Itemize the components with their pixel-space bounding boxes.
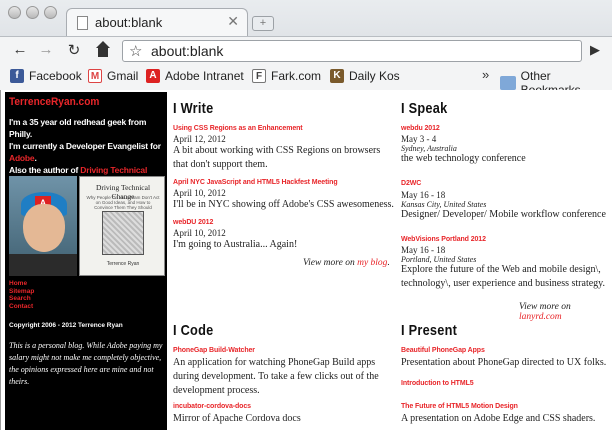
zoom-window-button[interactable]	[44, 6, 57, 19]
write-entry-title[interactable]: April NYC JavaScript and HTML5 Hackfest …	[173, 179, 338, 186]
section-title-speak: I Speak	[401, 100, 448, 117]
speak-entry-text: Explore the future of the Web and mobile…	[401, 264, 606, 289]
speak-entry-title[interactable]: WebVisions Portland 2012	[401, 236, 486, 243]
write-entry-title[interactable]: webDU 2012	[173, 219, 213, 226]
address-bar[interactable]: ☆	[122, 40, 582, 62]
my-blog-link[interactable]: my blog	[357, 258, 387, 268]
browser-toolbar: ← → ↻ ☆ ▶	[0, 36, 612, 64]
author-photo: A	[9, 176, 77, 276]
facebook-icon: f	[10, 69, 24, 83]
bio-line: Also the author of	[9, 165, 81, 175]
copyright: Copyright 2006 - 2012 Terrence Ryan	[9, 322, 123, 329]
home-icon[interactable]	[94, 41, 112, 59]
bookmark-fark[interactable]: F Fark.com	[252, 69, 321, 83]
page-viewport: TerrenceRyan.com I'm a 35 year old redhe…	[0, 90, 612, 430]
url-input[interactable]	[151, 43, 571, 59]
section-title-code: I Code	[173, 322, 214, 339]
lanyrd-link[interactable]: lanyrd.com	[519, 312, 562, 322]
bookmark-adobe-intranet[interactable]: A Adobe Intranet	[146, 69, 244, 83]
bookmark-star-icon[interactable]: ☆	[129, 42, 142, 60]
speak-entry-date: May 16 - 18	[401, 190, 446, 200]
nav-home[interactable]: Home	[9, 280, 34, 288]
write-entry-date: April 10, 2012	[173, 228, 226, 238]
adobe-link[interactable]: Adobe	[9, 153, 35, 163]
bookmark-label: Gmail	[107, 69, 139, 83]
section-title-present: I Present	[401, 322, 458, 339]
code-entry-text: Mirror of Apache Cordova docs	[173, 413, 301, 424]
bio-line: I'm a 35 year old redhead geek from Phil…	[9, 117, 147, 139]
bio-line: I'm currently a Developer Evangelist for	[9, 141, 161, 151]
go-icon[interactable]: ▶	[590, 42, 600, 58]
site-title[interactable]: TerrenceRyan.com	[9, 96, 99, 108]
book-cover-subtitle: Why People On Your Team Don't Act on Goo…	[86, 195, 160, 210]
speak-entry-date: May 16 - 18	[401, 245, 446, 255]
disclaimer: This is a personal blog. While Adobe pay…	[9, 341, 163, 386]
main-content: I Write Using CSS Regions as an Enhancem…	[173, 90, 612, 430]
forward-icon[interactable]: →	[36, 41, 56, 58]
sidebar: TerrenceRyan.com I'm a 35 year old redhe…	[5, 92, 167, 430]
folder-icon	[500, 76, 516, 90]
nav-contact[interactable]: Contact	[9, 303, 34, 311]
write-entry-text: I'll be in NYC showing off Adobe's CSS a…	[173, 199, 394, 210]
code-entry-text: An application for watching PhoneGap Bui…	[173, 357, 379, 396]
write-entry-text: I'm going to Australia... Again!	[173, 239, 298, 250]
dailykos-icon: K	[330, 69, 344, 83]
tab-about-blank[interactable]: about:blank ✕	[66, 8, 248, 36]
bookmark-label: Daily Kos	[349, 69, 400, 83]
bookmark-label: Fark.com	[271, 69, 322, 83]
nav-sitemap[interactable]: Sitemap	[9, 288, 34, 296]
gmail-icon: M	[88, 69, 102, 83]
bookmark-daily-kos[interactable]: K Daily Kos	[330, 69, 400, 83]
view-more-prefix: View more on	[303, 258, 358, 268]
face	[23, 204, 65, 252]
write-entry-text: A bit about working with CSS Regions on …	[173, 145, 381, 170]
speak-entry-title[interactable]: D2WC	[401, 180, 421, 187]
book-cover[interactable]: Driving Technical Change Why People On Y…	[79, 176, 165, 276]
code-entry-title[interactable]: PhoneGap Build-Watcher	[173, 347, 255, 354]
sidebar-nav: Home Sitemap Search Contact	[9, 280, 34, 310]
book-cover-art	[102, 211, 144, 255]
page-icon	[77, 16, 88, 30]
speak-view-more: View more on lanyrd.com	[519, 302, 612, 322]
close-tab-icon[interactable]: ✕	[227, 13, 239, 30]
bookmark-label: Adobe Intranet	[165, 69, 244, 83]
speak-entry-text: the web technology conference	[401, 153, 526, 164]
back-icon[interactable]: ←	[10, 41, 30, 58]
write-entry-date: April 12, 2012	[173, 134, 226, 144]
tab-title: about:blank	[95, 15, 163, 30]
write-entry-date: April 10, 2012	[173, 188, 226, 198]
speak-entry-date: May 3 - 4	[401, 134, 437, 144]
browser-chrome: about:blank ✕ + ← → ↻ ☆ ▶ f Facebook M G…	[0, 0, 612, 97]
present-entry-title[interactable]: Introduction to HTML5	[401, 380, 474, 387]
speak-entry-text: Designer/ Developer/ Mobile workflow con…	[401, 209, 606, 220]
view-more-suffix: .	[387, 258, 390, 268]
book-cover-author: Terrence Ryan	[106, 261, 140, 267]
adobe-icon: A	[146, 69, 160, 83]
present-entry-text: A presentation on Adobe Edge and CSS sha…	[401, 413, 596, 424]
view-more-prefix: View more on	[519, 302, 571, 312]
bookmark-gmail[interactable]: M Gmail	[88, 69, 138, 83]
window-controls	[8, 6, 57, 19]
write-entry-title[interactable]: Using CSS Regions as an Enhancement	[173, 125, 303, 132]
bookmark-label: Facebook	[29, 69, 82, 83]
present-entry-title[interactable]: The Future of HTML5 Motion Design	[401, 403, 518, 410]
write-view-more: View more on my blog.	[303, 258, 390, 268]
speak-entry-title[interactable]: webdu 2012	[401, 125, 440, 132]
present-entry-title[interactable]: Beautiful PhoneGap Apps	[401, 347, 485, 354]
code-entry-title[interactable]: incubator-cordova-docs	[173, 403, 251, 410]
close-window-button[interactable]	[8, 6, 21, 19]
bookmarks-bar: f Facebook M Gmail A Adobe Intranet F Fa…	[0, 64, 612, 97]
fark-icon: F	[252, 69, 266, 83]
shirt	[9, 254, 77, 276]
bookmarks-overflow-chevron-icon[interactable]: »	[482, 67, 489, 82]
minimize-window-button[interactable]	[26, 6, 39, 19]
section-title-write: I Write	[173, 100, 214, 117]
new-tab-button[interactable]: +	[252, 16, 274, 31]
bookmark-facebook[interactable]: f Facebook	[10, 69, 82, 83]
present-entry-text: Presentation about PhoneGap directed to …	[401, 357, 607, 368]
bio-punct: .	[34, 153, 37, 163]
reload-icon[interactable]: ↻	[64, 41, 84, 59]
nav-search[interactable]: Search	[9, 295, 34, 303]
